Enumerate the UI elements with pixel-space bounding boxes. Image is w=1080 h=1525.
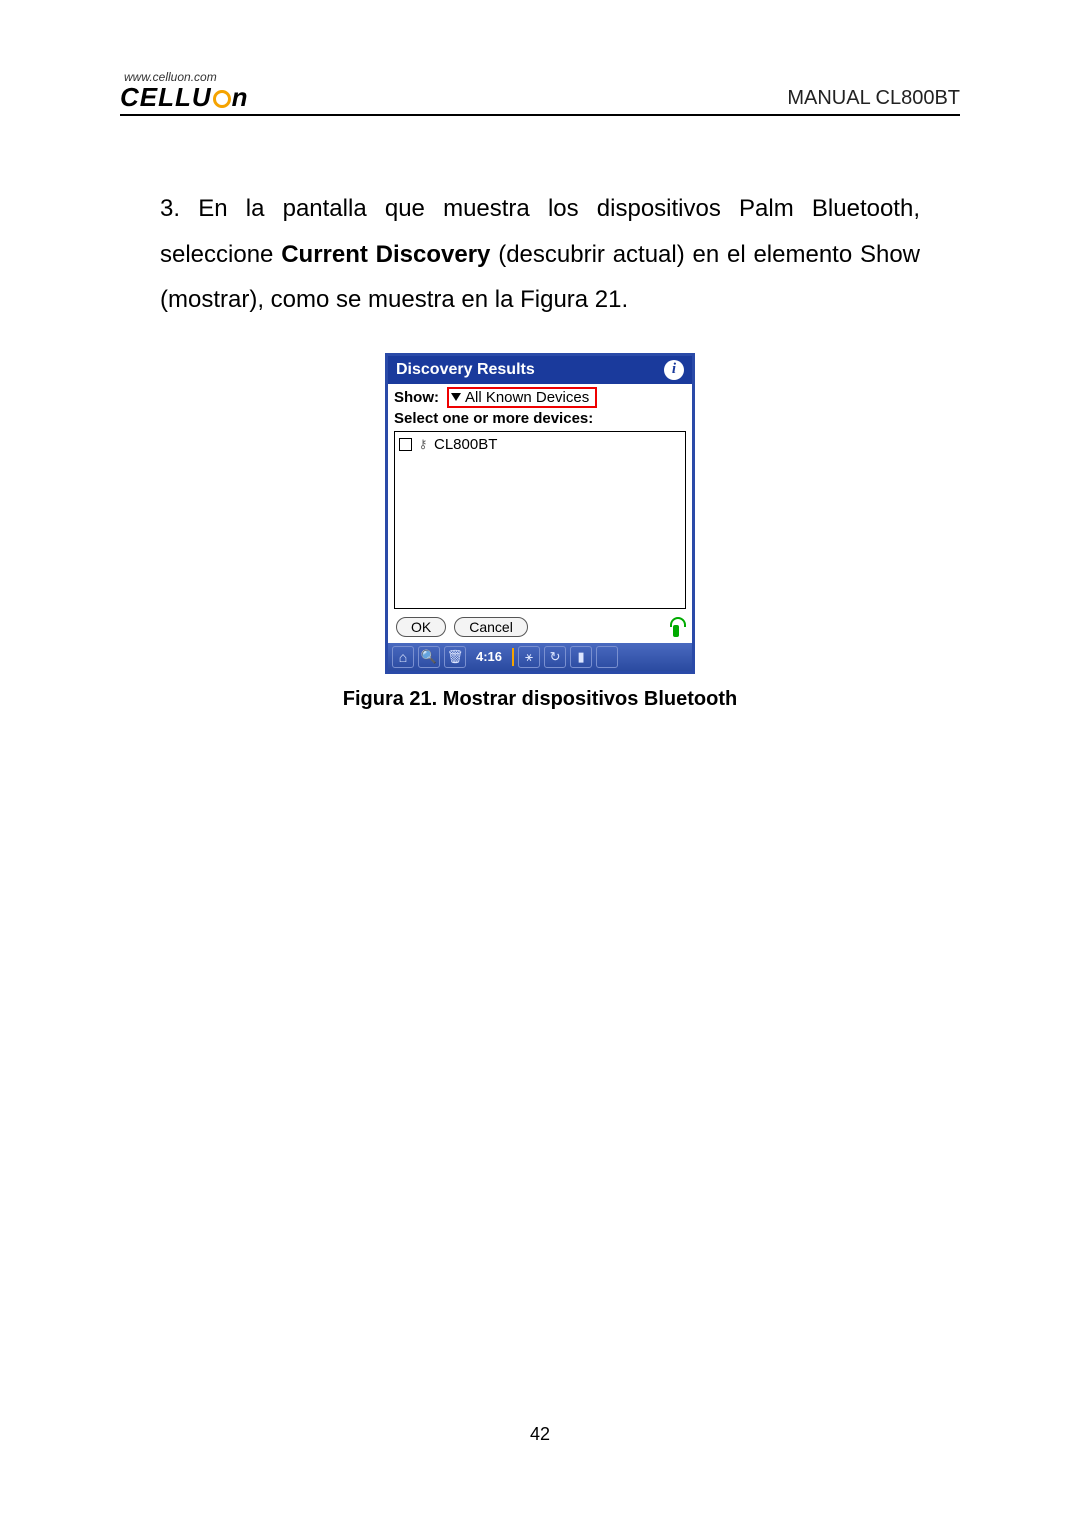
brand-logo: www.celluon.com CELLU n: [120, 70, 249, 110]
device-name: CL800BT: [434, 436, 497, 453]
show-dropdown-value: All Known Devices: [465, 389, 589, 406]
page-header: www.celluon.com CELLU n MANUAL CL800BT: [120, 70, 960, 116]
show-label: Show:: [394, 389, 439, 406]
brand-wordmark: CELLU n: [120, 84, 249, 110]
show-filter-row: Show: All Known Devices: [388, 384, 692, 408]
palm-title: Discovery Results: [396, 361, 535, 379]
show-dropdown[interactable]: All Known Devices: [447, 387, 597, 408]
ok-button[interactable]: OK: [396, 617, 446, 637]
bluetooth-device-icon: ⚷: [418, 437, 428, 451]
select-devices-label: Select one or more devices:: [388, 408, 692, 431]
brand-text-left: CELLU: [120, 84, 212, 110]
palm-taskbar: ⌂ 🔍 🗑 4:16 ⚹ ↻ ▮: [388, 643, 692, 671]
taskbar-extra-icon[interactable]: [596, 646, 618, 668]
info-icon[interactable]: i: [664, 360, 684, 380]
manual-title: MANUAL CL800BT: [787, 87, 960, 110]
signal-icon[interactable]: [668, 617, 684, 637]
home-icon[interactable]: ⌂: [392, 646, 414, 668]
figure-container: Discovery Results i Show: All Known Devi…: [120, 353, 960, 674]
dialog-button-row: OK Cancel: [388, 609, 692, 643]
brand-text-right: n: [232, 84, 249, 110]
device-row[interactable]: ⚷ CL800BT: [399, 436, 681, 453]
taskbar-time[interactable]: 4:16: [470, 649, 508, 664]
chevron-down-icon: [451, 393, 461, 401]
sync-icon[interactable]: ↻: [544, 646, 566, 668]
bluetooth-icon[interactable]: ⚹: [518, 646, 540, 668]
figure-caption: Figura 21. Mostrar dispositivos Bluetoot…: [120, 688, 960, 711]
palm-titlebar: Discovery Results i: [388, 356, 692, 384]
search-icon[interactable]: 🔍: [418, 646, 440, 668]
palm-device-screenshot: Discovery Results i Show: All Known Devi…: [385, 353, 695, 674]
device-checkbox[interactable]: [399, 438, 412, 451]
page-number: 42: [0, 1424, 1080, 1445]
battery-icon[interactable]: ▮: [570, 646, 592, 668]
device-list[interactable]: ⚷ CL800BT: [394, 431, 686, 609]
trash-icon[interactable]: 🗑: [444, 646, 466, 668]
taskbar-separator: [512, 648, 514, 666]
cancel-button[interactable]: Cancel: [454, 617, 528, 637]
instruction-paragraph: 3. En la pantalla que muestra los dispos…: [160, 186, 920, 323]
brand-o-icon: [213, 90, 231, 108]
instruction-bold-term: Current Discovery: [281, 241, 490, 268]
